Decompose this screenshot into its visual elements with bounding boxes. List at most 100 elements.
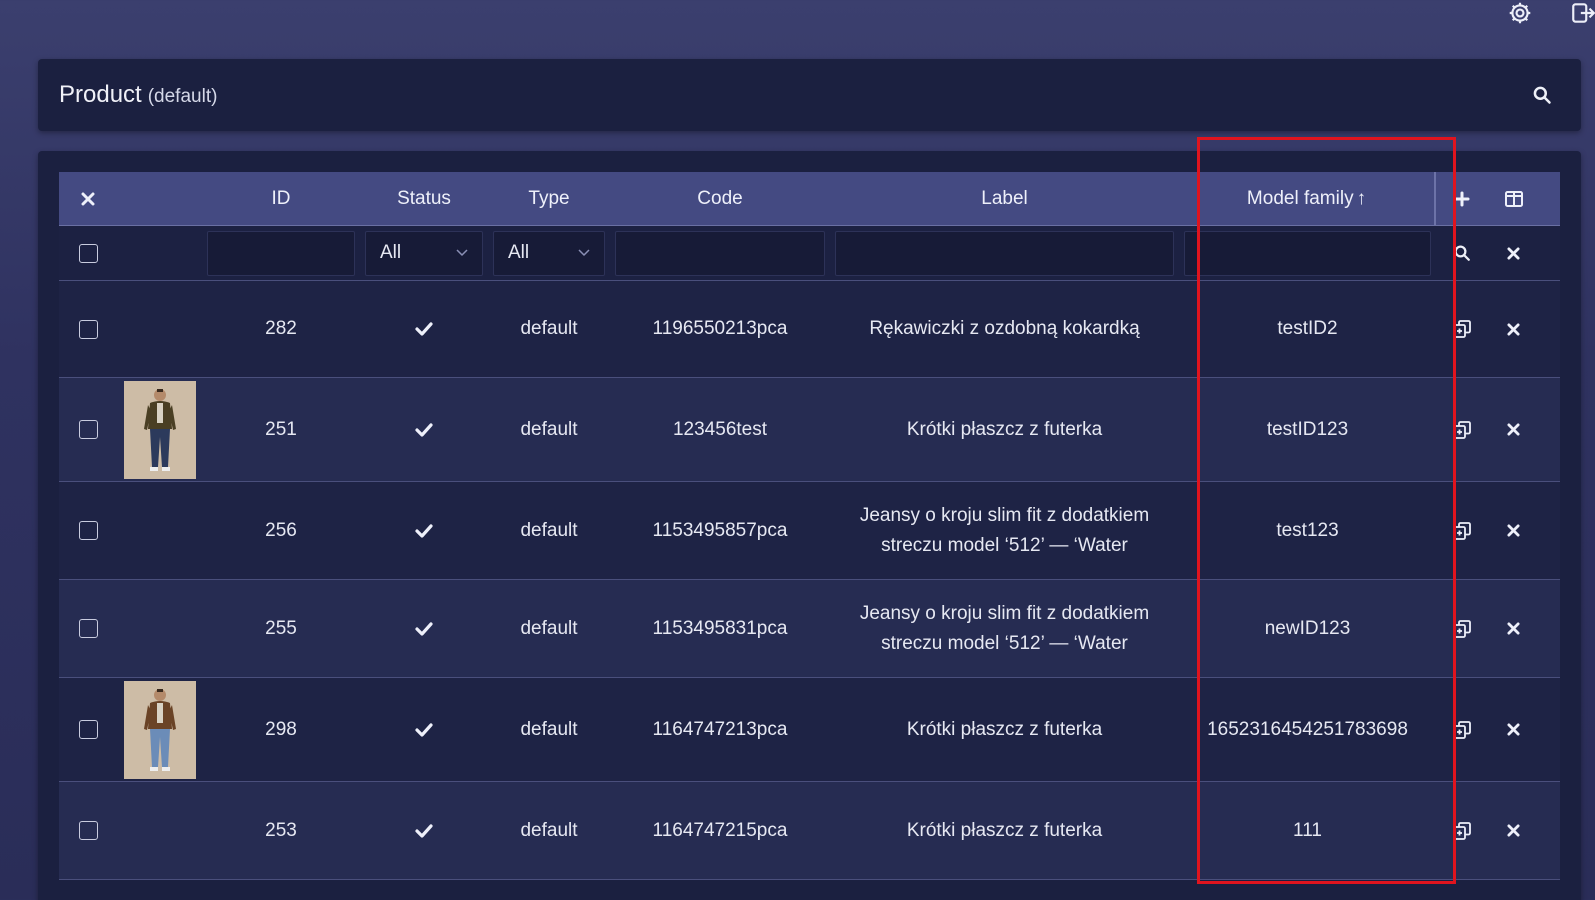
table-row[interactable]: 298 default 1164747213pca Krótki płaszcz… bbox=[59, 678, 1560, 782]
delete-icon[interactable] bbox=[1487, 678, 1540, 781]
check-icon bbox=[415, 523, 433, 538]
plus-icon[interactable] bbox=[1436, 172, 1487, 225]
table-row[interactable]: 282 default 1196550213pca Rękawiczki z o… bbox=[59, 281, 1560, 378]
duplicate-icon[interactable] bbox=[1436, 678, 1487, 781]
row-status bbox=[360, 378, 488, 481]
column-header-status[interactable]: Status bbox=[360, 172, 488, 225]
row-id: 255 bbox=[265, 617, 297, 639]
row-checkbox[interactable] bbox=[78, 420, 98, 439]
row-image-cell bbox=[117, 782, 202, 879]
row-code: 1153495831pca bbox=[652, 617, 788, 639]
search-icon[interactable] bbox=[1527, 80, 1557, 110]
delete-icon[interactable] bbox=[1487, 281, 1540, 377]
row-status bbox=[360, 482, 488, 579]
duplicate-icon[interactable] bbox=[1436, 482, 1487, 579]
row-checkbox[interactable] bbox=[78, 319, 98, 339]
check-icon bbox=[415, 722, 433, 737]
chevron-down-icon bbox=[456, 249, 468, 257]
table-row[interactable]: 255 default 1153495831pca Jeansy o kroju… bbox=[59, 580, 1560, 678]
chevron-down-icon bbox=[578, 249, 590, 257]
row-type: default bbox=[520, 418, 578, 440]
row-model-family: 111 bbox=[1293, 819, 1322, 841]
type-filter-select[interactable]: All bbox=[493, 230, 605, 276]
duplicate-icon[interactable] bbox=[1436, 281, 1487, 377]
row-select-cell bbox=[59, 580, 117, 677]
row-code: 1153495857pca bbox=[652, 519, 788, 541]
delete-icon[interactable] bbox=[1487, 580, 1540, 677]
row-status bbox=[360, 580, 488, 677]
select-all-checkbox[interactable] bbox=[78, 243, 98, 263]
page-header: Product (default) bbox=[38, 59, 1581, 131]
status-filter-select[interactable]: All bbox=[365, 230, 483, 276]
row-code: 1164747215pca bbox=[652, 819, 788, 841]
table-row[interactable]: 253 default 1164747215pca Krótki płaszcz… bbox=[59, 782, 1560, 880]
label-filter-cell bbox=[830, 226, 1179, 280]
type-filter-cell: All bbox=[488, 226, 610, 280]
row-checkbox[interactable] bbox=[78, 821, 98, 840]
row-type: default bbox=[520, 819, 578, 841]
label-filter-input[interactable] bbox=[835, 230, 1174, 276]
row-image-cell bbox=[117, 482, 202, 579]
status-filter-value: All bbox=[380, 242, 402, 263]
model-family-filter-input[interactable] bbox=[1184, 230, 1431, 276]
row-status bbox=[360, 782, 488, 879]
row-checkbox[interactable] bbox=[78, 521, 98, 540]
row-image-cell bbox=[117, 281, 202, 377]
row-select-cell bbox=[59, 281, 117, 377]
duplicate-icon[interactable] bbox=[1436, 580, 1487, 677]
column-header-model-family[interactable]: Model family ↑ bbox=[1179, 172, 1436, 225]
row-id: 282 bbox=[265, 318, 297, 339]
row-type: default bbox=[520, 318, 578, 339]
row-checkbox[interactable] bbox=[78, 619, 98, 638]
row-code: 1196550213pca bbox=[652, 318, 788, 339]
table-row[interactable]: 256 default 1153495857pca Jeansy o kroju… bbox=[59, 482, 1560, 580]
row-code: 123456test bbox=[672, 418, 768, 440]
model-family-filter-cell bbox=[1179, 226, 1436, 280]
row-id: 298 bbox=[265, 718, 297, 740]
table-row[interactable]: 251 default 123456test Krótki płaszcz z … bbox=[59, 378, 1560, 482]
grid-body: 282 default 1196550213pca Rękawiczki z o… bbox=[59, 281, 1560, 880]
row-code: 1164747213pca bbox=[652, 718, 788, 740]
column-header-model-family-text: Model family bbox=[1246, 187, 1354, 209]
delete-icon[interactable] bbox=[1487, 782, 1540, 879]
close-icon[interactable] bbox=[1487, 226, 1540, 280]
product-thumbnail[interactable] bbox=[123, 380, 196, 479]
row-label: Krótki płaszcz z futerka bbox=[906, 418, 1103, 440]
row-model-family: newID123 bbox=[1264, 617, 1351, 639]
column-header-code[interactable]: Code bbox=[610, 172, 830, 225]
id-filter-cell bbox=[202, 226, 360, 280]
row-id: 253 bbox=[265, 819, 297, 841]
row-status bbox=[360, 281, 488, 377]
column-header-id[interactable]: ID bbox=[202, 172, 360, 225]
product-grid: ID Status Type Code Label Model family ↑ bbox=[59, 172, 1560, 880]
row-model-family: test123 bbox=[1276, 519, 1339, 541]
page-title-text: Product bbox=[59, 81, 142, 108]
logout-icon[interactable] bbox=[1568, 0, 1595, 26]
search-icon[interactable] bbox=[1436, 226, 1487, 280]
row-checkbox[interactable] bbox=[78, 720, 98, 739]
code-filter-input[interactable] bbox=[615, 230, 825, 276]
row-label: Jeansy o kroju slim fit z dodatkiem stre… bbox=[859, 602, 1150, 654]
row-label: Krótki płaszcz z futerka bbox=[906, 819, 1103, 841]
row-id: 251 bbox=[265, 418, 297, 440]
image-column-header bbox=[117, 172, 202, 225]
image-filter-cell bbox=[117, 226, 202, 280]
row-label: Krótki płaszcz z futerka bbox=[906, 718, 1103, 740]
id-filter-input[interactable] bbox=[207, 230, 355, 276]
row-select-cell bbox=[59, 482, 117, 579]
delete-icon[interactable] bbox=[1487, 378, 1540, 481]
sort-ascending-icon: ↑ bbox=[1356, 187, 1367, 209]
columns-icon[interactable] bbox=[1487, 172, 1540, 225]
row-model-family: 1652316454251783698 bbox=[1207, 718, 1408, 740]
duplicate-icon[interactable] bbox=[1436, 378, 1487, 481]
gear-icon[interactable] bbox=[1505, 0, 1535, 26]
product-thumbnail[interactable] bbox=[123, 680, 196, 779]
page-subtitle: (default) bbox=[147, 86, 218, 107]
close-icon[interactable] bbox=[59, 172, 117, 225]
column-header-type[interactable]: Type bbox=[488, 172, 610, 225]
duplicate-icon[interactable] bbox=[1436, 782, 1487, 879]
column-header-label[interactable]: Label bbox=[830, 172, 1179, 225]
row-select-cell bbox=[59, 378, 117, 481]
grid-header-row: ID Status Type Code Label Model family ↑ bbox=[59, 172, 1560, 226]
delete-icon[interactable] bbox=[1487, 482, 1540, 579]
